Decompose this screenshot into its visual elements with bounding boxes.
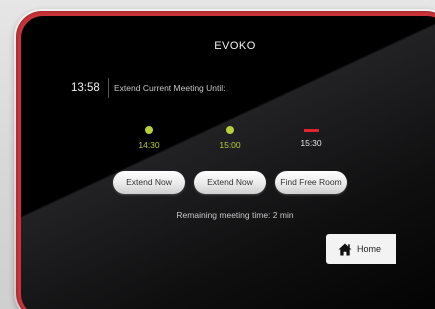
brand-logo: EVOKO [214, 40, 256, 52]
time-slot-1530: 15:30 [281, 126, 341, 148]
screen-glare [21, 16, 435, 309]
extend-now-button-1500[interactable]: Extend Now [194, 171, 266, 194]
time-slot-1430[interactable]: 14:30 [119, 126, 179, 150]
extend-now-button-1430[interactable]: Extend Now [113, 171, 185, 194]
header-divider [108, 78, 109, 98]
extend-prompt: Extend Current Meeting Until: [114, 83, 226, 93]
clock: 13:58 [71, 82, 100, 94]
find-free-room-button[interactable]: Find Free Room [275, 171, 347, 194]
home-label: Home [357, 244, 382, 254]
home-button[interactable]: Home [326, 234, 396, 264]
time-slot-label: 14:30 [138, 140, 160, 150]
touch-screen: EVOKO 13:58 Extend Current Meeting Until… [21, 16, 435, 309]
time-slot-1500[interactable]: 15:00 [200, 126, 260, 150]
remaining-time: Remaining meeting time: 2 min [176, 210, 294, 220]
available-indicator [226, 126, 234, 134]
unavailable-indicator [303, 129, 319, 132]
scene: EVOKO 13:58 Extend Current Meeting Until… [0, 0, 435, 309]
home-icon [338, 243, 352, 256]
time-slot-label: 15:00 [219, 140, 241, 150]
time-slot-label: 15:30 [300, 138, 322, 148]
available-indicator [145, 126, 153, 134]
